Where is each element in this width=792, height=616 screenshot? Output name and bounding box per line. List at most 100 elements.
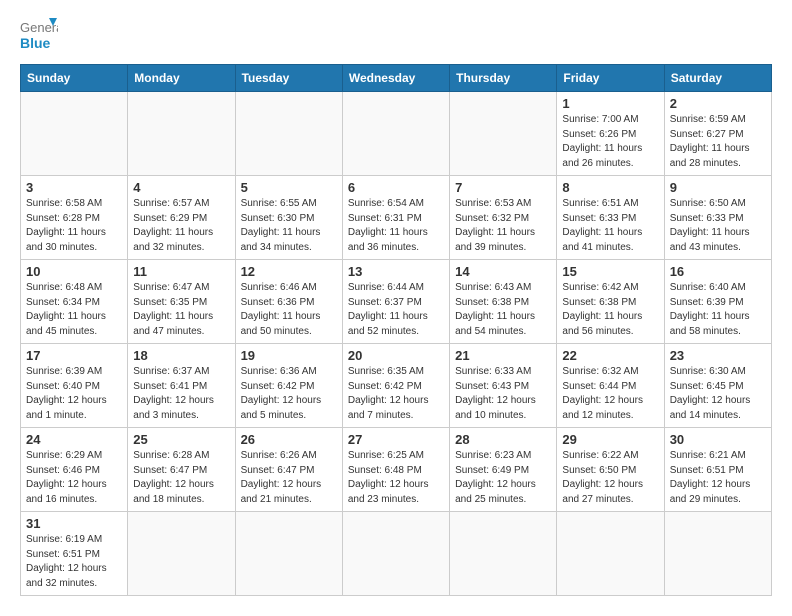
day-sun-info: Sunrise: 6:32 AM Sunset: 6:44 PM Dayligh… [562, 365, 658, 423]
svg-text:Blue: Blue [20, 35, 51, 51]
calendar-cell [21, 92, 128, 176]
day-number: 22 [562, 348, 658, 363]
day-number: 16 [670, 264, 766, 279]
week-row-3: 10 Sunrise: 6:48 AM Sunset: 6:34 PM Dayli… [21, 260, 772, 344]
day-sun-info: Sunrise: 6:40 AM Sunset: 6:39 PM Dayligh… [670, 281, 766, 339]
calendar-cell: 2 Sunrise: 6:59 AM Sunset: 6:27 PM Daylig… [664, 92, 771, 176]
calendar-cell: 24 Sunrise: 6:29 AM Sunset: 6:46 PM Dayli… [21, 428, 128, 512]
day-sun-info: Sunrise: 6:35 AM Sunset: 6:42 PM Dayligh… [348, 365, 444, 423]
day-number: 11 [133, 264, 229, 279]
calendar-cell: 25 Sunrise: 6:28 AM Sunset: 6:47 PM Dayli… [128, 428, 235, 512]
day-number: 14 [455, 264, 551, 279]
calendar-cell [450, 512, 557, 596]
calendar-cell: 20 Sunrise: 6:35 AM Sunset: 6:42 PM Dayli… [342, 344, 449, 428]
day-number: 25 [133, 432, 229, 447]
calendar-cell: 31 Sunrise: 6:19 AM Sunset: 6:51 PM Dayli… [21, 512, 128, 596]
day-number: 9 [670, 180, 766, 195]
logo: General Blue [20, 16, 58, 54]
day-number: 17 [26, 348, 122, 363]
calendar-cell: 22 Sunrise: 6:32 AM Sunset: 6:44 PM Dayli… [557, 344, 664, 428]
calendar-cell: 9 Sunrise: 6:50 AM Sunset: 6:33 PM Daylig… [664, 176, 771, 260]
calendar-cell: 14 Sunrise: 6:43 AM Sunset: 6:38 PM Dayli… [450, 260, 557, 344]
calendar-cell: 21 Sunrise: 6:33 AM Sunset: 6:43 PM Dayli… [450, 344, 557, 428]
day-number: 4 [133, 180, 229, 195]
day-number: 19 [241, 348, 337, 363]
week-row-5: 24 Sunrise: 6:29 AM Sunset: 6:46 PM Dayli… [21, 428, 772, 512]
day-sun-info: Sunrise: 6:23 AM Sunset: 6:49 PM Dayligh… [455, 449, 551, 507]
day-number: 24 [26, 432, 122, 447]
day-sun-info: Sunrise: 6:42 AM Sunset: 6:38 PM Dayligh… [562, 281, 658, 339]
day-number: 13 [348, 264, 444, 279]
calendar-cell: 30Sunrise: 6:21 AM Sunset: 6:51 PM Dayli… [664, 428, 771, 512]
header-tuesday: Tuesday [235, 65, 342, 92]
day-sun-info: Sunrise: 6:43 AM Sunset: 6:38 PM Dayligh… [455, 281, 551, 339]
day-number: 28 [455, 432, 551, 447]
calendar-cell: 8 Sunrise: 6:51 AM Sunset: 6:33 PM Daylig… [557, 176, 664, 260]
day-sun-info: Sunrise: 6:29 AM Sunset: 6:46 PM Dayligh… [26, 449, 122, 507]
day-number: 2 [670, 96, 766, 111]
day-sun-info: Sunrise: 6:53 AM Sunset: 6:32 PM Dayligh… [455, 197, 551, 255]
day-sun-info: Sunrise: 6:26 AM Sunset: 6:47 PM Dayligh… [241, 449, 337, 507]
calendar-cell: 4 Sunrise: 6:57 AM Sunset: 6:29 PM Daylig… [128, 176, 235, 260]
calendar-cell: 23Sunrise: 6:30 AM Sunset: 6:45 PM Dayli… [664, 344, 771, 428]
day-number: 30 [670, 432, 766, 447]
logo-svg: General Blue [20, 16, 58, 54]
day-sun-info: Sunrise: 6:48 AM Sunset: 6:34 PM Dayligh… [26, 281, 122, 339]
calendar-cell [342, 512, 449, 596]
day-number: 27 [348, 432, 444, 447]
day-number: 15 [562, 264, 658, 279]
day-number: 21 [455, 348, 551, 363]
week-row-4: 17Sunrise: 6:39 AM Sunset: 6:40 PM Dayli… [21, 344, 772, 428]
day-number: 3 [26, 180, 122, 195]
calendar-cell: 18Sunrise: 6:37 AM Sunset: 6:41 PM Dayli… [128, 344, 235, 428]
calendar-cell [235, 92, 342, 176]
day-number: 20 [348, 348, 444, 363]
day-number: 7 [455, 180, 551, 195]
day-sun-info: Sunrise: 6:37 AM Sunset: 6:41 PM Dayligh… [133, 365, 229, 423]
day-sun-info: Sunrise: 6:50 AM Sunset: 6:33 PM Dayligh… [670, 197, 766, 255]
calendar-cell: 16 Sunrise: 6:40 AM Sunset: 6:39 PM Dayli… [664, 260, 771, 344]
day-number: 8 [562, 180, 658, 195]
header-sunday: Sunday [21, 65, 128, 92]
calendar-cell: 29Sunrise: 6:22 AM Sunset: 6:50 PM Dayli… [557, 428, 664, 512]
day-sun-info: Sunrise: 6:54 AM Sunset: 6:31 PM Dayligh… [348, 197, 444, 255]
day-sun-info: Sunrise: 6:28 AM Sunset: 6:47 PM Dayligh… [133, 449, 229, 507]
calendar-cell: 10 Sunrise: 6:48 AM Sunset: 6:34 PM Dayli… [21, 260, 128, 344]
day-sun-info: Sunrise: 6:36 AM Sunset: 6:42 PM Dayligh… [241, 365, 337, 423]
day-sun-info: Sunrise: 6:44 AM Sunset: 6:37 PM Dayligh… [348, 281, 444, 339]
day-sun-info: Sunrise: 6:58 AM Sunset: 6:28 PM Dayligh… [26, 197, 122, 255]
week-row-1: 1Sunrise: 7:00 AM Sunset: 6:26 PM Daylig… [21, 92, 772, 176]
header-monday: Monday [128, 65, 235, 92]
calendar-cell: 5Sunrise: 6:55 AM Sunset: 6:30 PM Daylig… [235, 176, 342, 260]
calendar-cell: 26Sunrise: 6:26 AM Sunset: 6:47 PM Dayli… [235, 428, 342, 512]
day-headers-row: SundayMondayTuesdayWednesdayThursdayFrid… [21, 65, 772, 92]
calendar-cell: 15 Sunrise: 6:42 AM Sunset: 6:38 PM Dayli… [557, 260, 664, 344]
calendar-cell: 6Sunrise: 6:54 AM Sunset: 6:31 PM Daylig… [342, 176, 449, 260]
header-friday: Friday [557, 65, 664, 92]
day-sun-info: Sunrise: 6:19 AM Sunset: 6:51 PM Dayligh… [26, 533, 122, 591]
day-sun-info: Sunrise: 6:57 AM Sunset: 6:29 PM Dayligh… [133, 197, 229, 255]
day-sun-info: Sunrise: 6:51 AM Sunset: 6:33 PM Dayligh… [562, 197, 658, 255]
day-sun-info: Sunrise: 6:46 AM Sunset: 6:36 PM Dayligh… [241, 281, 337, 339]
day-number: 10 [26, 264, 122, 279]
calendar-cell: 7 Sunrise: 6:53 AM Sunset: 6:32 PM Daylig… [450, 176, 557, 260]
calendar-cell [128, 92, 235, 176]
calendar-cell: 17Sunrise: 6:39 AM Sunset: 6:40 PM Dayli… [21, 344, 128, 428]
week-row-6: 31 Sunrise: 6:19 AM Sunset: 6:51 PM Dayli… [21, 512, 772, 596]
day-sun-info: Sunrise: 6:59 AM Sunset: 6:27 PM Dayligh… [670, 113, 766, 171]
header-saturday: Saturday [664, 65, 771, 92]
calendar-cell: 3 Sunrise: 6:58 AM Sunset: 6:28 PM Daylig… [21, 176, 128, 260]
calendar-cell [664, 512, 771, 596]
calendar-cell [450, 92, 557, 176]
calendar-cell: 11 Sunrise: 6:47 AM Sunset: 6:35 PM Dayli… [128, 260, 235, 344]
calendar-cell: 1Sunrise: 7:00 AM Sunset: 6:26 PM Daylig… [557, 92, 664, 176]
header-thursday: Thursday [450, 65, 557, 92]
day-number: 1 [562, 96, 658, 111]
day-number: 5 [241, 180, 337, 195]
day-sun-info: Sunrise: 6:33 AM Sunset: 6:43 PM Dayligh… [455, 365, 551, 423]
calendar-cell: 28 Sunrise: 6:23 AM Sunset: 6:49 PM Dayli… [450, 428, 557, 512]
header-wednesday: Wednesday [342, 65, 449, 92]
calendar-cell [128, 512, 235, 596]
day-number: 31 [26, 516, 122, 531]
day-sun-info: Sunrise: 6:47 AM Sunset: 6:35 PM Dayligh… [133, 281, 229, 339]
